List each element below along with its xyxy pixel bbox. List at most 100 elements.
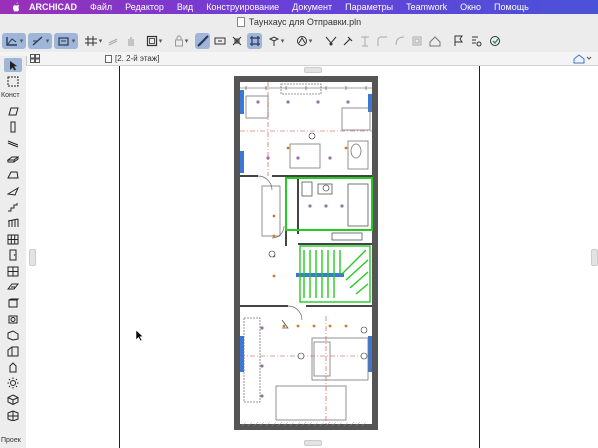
geometry-method-button[interactable]: ▾ — [292, 33, 316, 49]
roof-tool-icon — [7, 171, 19, 179]
tabs-grid-icon — [30, 54, 40, 63]
properties-button[interactable] — [469, 33, 483, 49]
offset-icon — [412, 36, 422, 46]
mouse-cursor — [135, 329, 144, 342]
intersect-button[interactable] — [358, 33, 372, 49]
menu-document[interactable]: Документ — [292, 2, 332, 12]
menu-window[interactable]: Окно — [460, 2, 481, 12]
menu-file[interactable]: Файл — [90, 2, 112, 12]
teamwork-button[interactable] — [487, 33, 503, 49]
lock-button[interactable]: ▾ — [170, 33, 192, 49]
living-room-furniture — [245, 83, 371, 237]
beam-tool[interactable] — [4, 136, 22, 150]
dimension-button[interactable] — [212, 33, 227, 49]
toolbox-section-document[interactable]: Проек — [1, 437, 21, 444]
guide-lines-button[interactable] — [247, 33, 262, 49]
floor-plan-drawing[interactable] — [26, 66, 598, 448]
railing-tool[interactable] — [4, 216, 22, 230]
menu-design[interactable]: Конструирование — [206, 2, 279, 12]
roof-tool[interactable] — [4, 168, 22, 182]
sun-tool[interactable] — [4, 376, 22, 390]
arrow-tool[interactable] — [4, 58, 22, 72]
layer-icon — [6, 37, 17, 46]
marquee-icon — [7, 76, 19, 86]
tab-floor-plan[interactable]: [2. 2-й этаж] — [105, 52, 159, 65]
grid-button[interactable]: ▾ — [82, 33, 104, 49]
tab-overview-button[interactable] — [30, 54, 40, 66]
shell-tool[interactable] — [4, 184, 22, 198]
frame-icon — [146, 35, 157, 47]
wall-tool[interactable] — [4, 104, 22, 118]
suspend-groups-button[interactable] — [124, 33, 138, 49]
sun-icon — [7, 377, 19, 389]
model-view-button[interactable]: ▾ — [54, 33, 78, 49]
curtain-wall-tool[interactable] — [4, 232, 22, 246]
trace-icon — [108, 38, 118, 46]
frame-button[interactable]: ▾ — [142, 33, 166, 49]
wall-icon — [8, 107, 19, 115]
teamwork-icon — [489, 36, 500, 46]
column-tool[interactable] — [4, 120, 22, 134]
curve-button[interactable] — [393, 33, 407, 49]
navigator-button[interactable] — [572, 53, 592, 67]
marquee-tool[interactable] — [4, 74, 22, 88]
outer-walls — [234, 76, 378, 430]
ruler-icon — [196, 35, 209, 47]
mesh-icon — [7, 346, 19, 356]
object-tool[interactable] — [4, 296, 22, 310]
skylight-icon — [7, 283, 19, 290]
apple-icon[interactable] — [11, 2, 21, 12]
shell-icon — [7, 186, 19, 196]
adjust-button[interactable] — [340, 33, 355, 49]
flag-button[interactable] — [451, 33, 465, 49]
lock-icon — [174, 35, 183, 47]
slab-icon — [7, 156, 19, 163]
ruler-button[interactable] — [195, 33, 210, 49]
lamp-icon — [8, 315, 18, 323]
zone-tool[interactable] — [4, 328, 22, 342]
roof-button[interactable] — [428, 33, 442, 49]
toolbox-section-construct[interactable]: Конст — [1, 92, 20, 99]
menu-view[interactable]: Вид — [177, 2, 193, 12]
snap-button[interactable] — [229, 33, 244, 49]
layer-combo-button[interactable]: ▾ — [2, 33, 26, 49]
skylight-tool[interactable] — [4, 280, 22, 294]
door-tool[interactable] — [4, 248, 22, 262]
top-dimension — [240, 86, 372, 90]
menu-help[interactable]: Помощь — [494, 2, 529, 12]
arrow-icon — [10, 60, 17, 70]
floor-plan-canvas[interactable] — [26, 66, 598, 448]
menu-teamwork[interactable]: Teamwork — [406, 2, 447, 12]
window-icon — [7, 266, 19, 276]
mesh-tool[interactable] — [4, 344, 22, 358]
adjust-icon — [343, 36, 352, 46]
window-titlebar: Таунхаус для Отправки.pln — [0, 14, 598, 30]
split-button[interactable] — [323, 33, 338, 49]
menu-options[interactable]: Параметры — [345, 2, 393, 12]
cube-tool[interactable] — [4, 392, 22, 406]
morph-icon — [9, 361, 17, 372]
tab-floor-plan-label: [2. 2-й этаж] — [115, 54, 160, 63]
bathroom-fixtures — [301, 181, 369, 241]
slab-tool[interactable] — [4, 152, 22, 166]
bedroom-furniture — [243, 317, 369, 421]
house-view-icon — [573, 54, 592, 64]
offset-button[interactable] — [410, 33, 424, 49]
morph-tool[interactable] — [4, 360, 22, 374]
gravity-button[interactable]: ▾ — [264, 33, 288, 49]
fillet-button[interactable] — [375, 33, 389, 49]
beam-grid-tool[interactable] — [4, 408, 22, 422]
menu-edit[interactable]: Редактор — [125, 2, 164, 12]
cube-icon — [7, 393, 19, 405]
pen-set-button[interactable]: ▾ — [28, 33, 52, 49]
geometry-icon — [296, 36, 307, 46]
flag-icon — [454, 35, 463, 46]
menu-archicad[interactable]: ARCHICAD — [29, 2, 77, 12]
stair-tool[interactable] — [4, 200, 22, 214]
main-toolbar: ▾ ▾ ▾ ▾ ▾ ▾ ▾ ▾ — [0, 30, 598, 53]
lamp-tool[interactable] — [4, 312, 22, 326]
window-tool[interactable] — [4, 264, 22, 278]
zone-icon — [7, 329, 19, 341]
trace-button[interactable] — [106, 33, 120, 49]
intersect-icon — [361, 36, 369, 47]
